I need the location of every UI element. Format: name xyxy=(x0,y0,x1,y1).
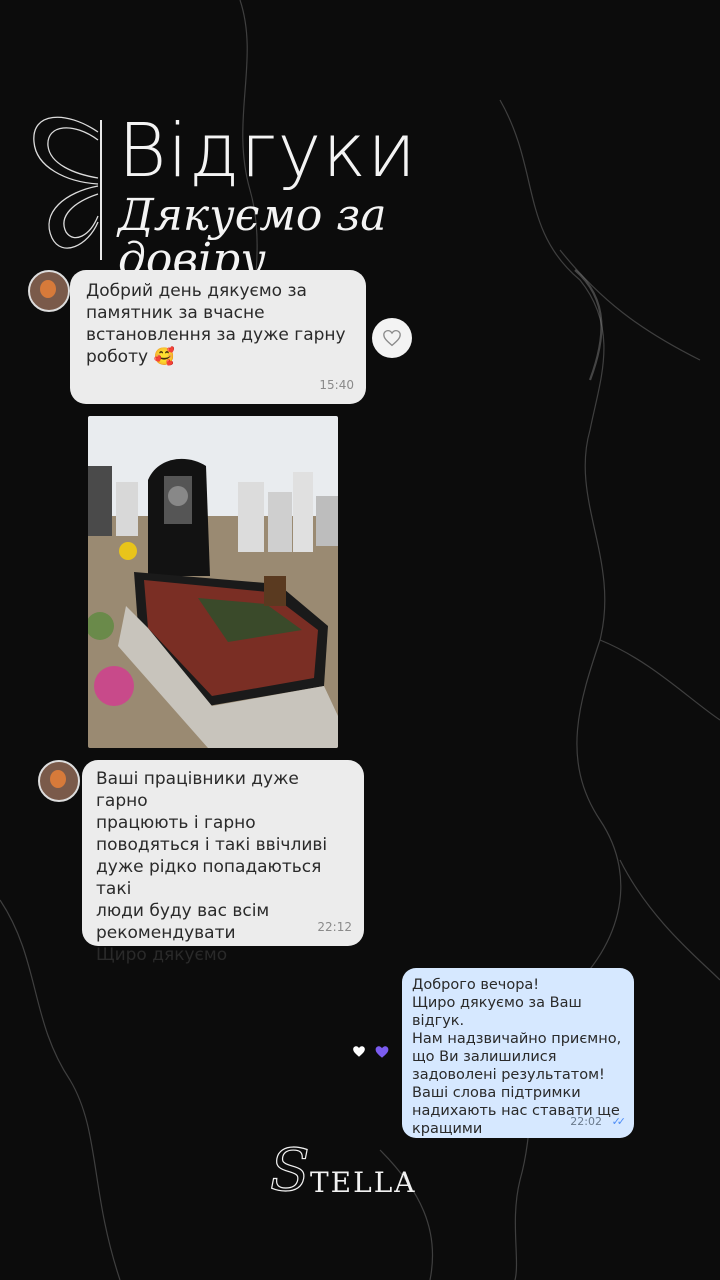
purple-heart-icon[interactable] xyxy=(374,1045,390,1059)
read-ticks-icon: ✓✓ xyxy=(611,1115,627,1128)
message-bubble[interactable]: Добрий день дякуємо за памятник за вчасн… xyxy=(70,270,366,404)
monument-photo-image xyxy=(88,416,338,748)
monument-photo[interactable] xyxy=(88,416,338,748)
avatar[interactable] xyxy=(28,270,70,312)
heart-outline-icon xyxy=(383,329,401,347)
logo-text: TELLA xyxy=(310,1166,417,1199)
message-time: 22:12 xyxy=(317,920,352,934)
butterfly-logo-icon xyxy=(33,116,99,249)
message-time: 15:40 xyxy=(319,378,354,392)
white-heart-icon[interactable] xyxy=(352,1045,366,1058)
message-bubble[interactable]: Ваші працівники дуже гарно працюють і га… xyxy=(82,760,364,965)
message-text: Добрий день дякуємо за памятник за вчасн… xyxy=(86,281,346,367)
svg-text:S: S xyxy=(270,1140,310,1204)
reactions xyxy=(352,1045,390,1059)
react-heart-button[interactable] xyxy=(372,318,412,358)
header: Відгуки Дякуємо за довіру xyxy=(26,108,546,282)
avatar[interactable] xyxy=(38,760,80,802)
reply-bubble[interactable]: Доброго вечора! Щиро дякуємо за Ваш відг… xyxy=(402,968,634,1138)
stella-logo: S TELLA xyxy=(266,1140,456,1204)
page-subtitle: Дякуємо за довіру xyxy=(118,190,387,285)
page-title: Відгуки xyxy=(118,108,417,194)
message-text: Ваші працівники дуже гарно працюють і га… xyxy=(96,769,328,965)
reply-time: 22:02 xyxy=(570,1115,602,1128)
header-divider xyxy=(100,120,102,260)
